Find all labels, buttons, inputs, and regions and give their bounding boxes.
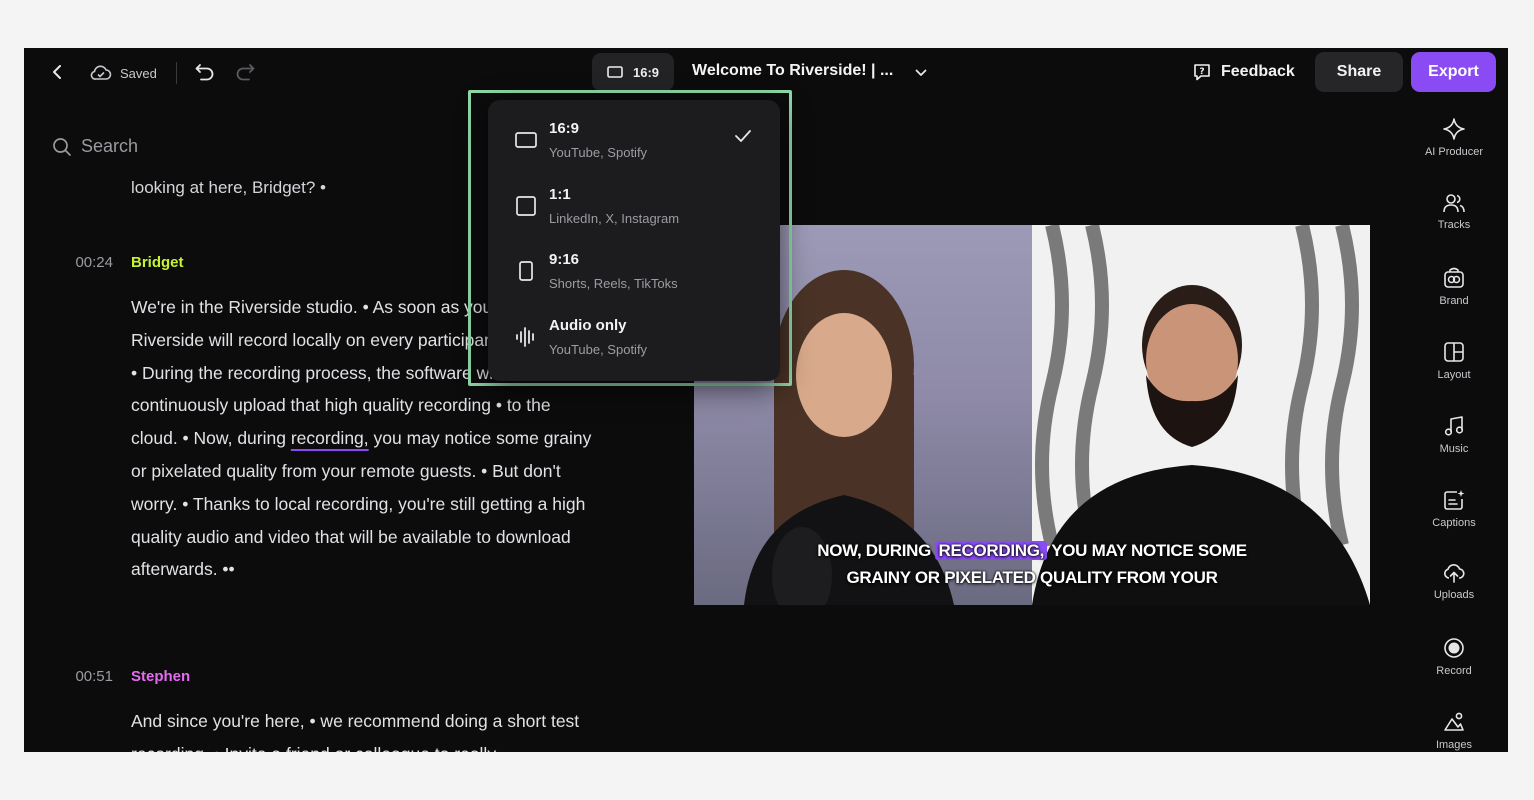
captions-icon <box>1444 490 1465 510</box>
search-box[interactable]: Search <box>52 136 138 157</box>
rail-item-captions[interactable]: Captions <box>1414 489 1494 529</box>
segment-text[interactable]: And since you're here, • we recommend do… <box>131 705 601 752</box>
transcript-partial-line[interactable]: looking at here, Bridget? • <box>131 178 326 198</box>
rail-item-music[interactable]: Music <box>1414 415 1494 455</box>
rail-item-label: Record <box>1436 665 1472 677</box>
cloud-check-icon <box>90 65 112 80</box>
chevron-down-icon <box>915 69 927 76</box>
brand-icon <box>1444 267 1464 288</box>
svg-text:?: ? <box>1199 67 1204 77</box>
rail-item-uploads[interactable]: Uploads <box>1414 563 1494 601</box>
feedback-button[interactable]: ? Feedback <box>1192 60 1295 84</box>
rail-item-tracks[interactable]: Tracks <box>1414 193 1494 231</box>
landscape-icon <box>607 66 623 78</box>
rail-item-brand[interactable]: Brand <box>1414 267 1494 307</box>
saved-label: Saved <box>120 65 157 81</box>
editor-window: Saved 16:9 Welcome To Riverside! | ... ?… <box>24 48 1508 752</box>
segment-header: 00:51 Stephen <box>69 668 190 685</box>
check-icon <box>734 128 752 149</box>
portrait-icon <box>514 259 538 283</box>
aspect-option-9-16[interactable]: 9:16 Shorts, Reels, TikToks <box>488 241 780 301</box>
rail-item-layout[interactable]: Layout <box>1414 341 1494 381</box>
layout-icon <box>1444 342 1464 362</box>
rail-item-label: Captions <box>1432 517 1476 529</box>
undo-button[interactable] <box>194 61 216 83</box>
caption-part: NOW, DURING <box>817 541 936 560</box>
square-icon <box>514 194 538 218</box>
speaker-name[interactable]: Stephen <box>131 668 190 685</box>
aspect-option-label: 1:1 <box>549 186 571 203</box>
waveform-icon <box>514 325 538 349</box>
caption-line: GRAINY OR PIXELATED QUALITY FROM YOUR <box>846 568 1218 587</box>
rail-item-ai-producer[interactable]: AI Producer <box>1414 118 1494 158</box>
undo-icon <box>195 64 214 81</box>
rail-item-label: Brand <box>1439 295 1469 307</box>
project-menu-button[interactable] <box>912 64 930 82</box>
chevron-left-icon <box>53 65 61 79</box>
aspect-option-sub: YouTube, Spotify <box>549 342 648 357</box>
caption-part: YOU MAY NOTICE SOME <box>1047 541 1247 560</box>
back-button[interactable] <box>48 62 68 82</box>
users-icon <box>1443 194 1465 213</box>
aspect-option-1-1[interactable]: 1:1 LinkedIn, X, Instagram <box>488 176 780 236</box>
rail-item-label: Music <box>1439 443 1469 455</box>
rail-item-label: Uploads <box>1433 589 1475 601</box>
aspect-ratio-menu: 16:9 YouTube, Spotify 1:1 LinkedIn, X, I… <box>488 100 780 381</box>
aspect-option-audio-only[interactable]: Audio only YouTube, Spotify <box>488 307 780 367</box>
saved-status: Saved <box>90 62 157 84</box>
aspect-ratio-label: 16:9 <box>632 64 660 80</box>
images-icon <box>1444 712 1464 731</box>
project-title[interactable]: Welcome To Riverside! | ... <box>692 62 893 80</box>
aspect-option-16-9[interactable]: 16:9 YouTube, Spotify <box>488 110 780 170</box>
search-icon <box>53 137 71 156</box>
rail-item-label: Tracks <box>1437 219 1471 231</box>
aspect-ratio-button[interactable]: 16:9 <box>592 53 674 91</box>
segment-time[interactable]: 00:24 <box>69 254 113 271</box>
rail-item-images[interactable]: Images <box>1414 711 1494 751</box>
caption-line: NOW, DURING RECORDING, YOU MAY NOTICE SO… <box>694 541 1370 561</box>
aspect-option-label: 9:16 <box>549 251 580 268</box>
aspect-option-sub: Shorts, Reels, TikToks <box>549 276 678 291</box>
segment-header: 00:24 Bridget <box>69 254 184 271</box>
record-icon <box>1444 638 1464 658</box>
aspect-option-sub: LinkedIn, X, Instagram <box>549 211 680 226</box>
current-word[interactable]: recording, <box>291 428 369 448</box>
upload-icon <box>1444 564 1465 583</box>
video-preview[interactable]: NOW, DURING RECORDING, YOU MAY NOTICE SO… <box>694 225 1370 605</box>
music-icon <box>1444 416 1464 436</box>
speaker-name[interactable]: Bridget <box>131 254 184 271</box>
feedback-icon: ? <box>1194 64 1210 81</box>
aspect-option-sub: YouTube, Spotify <box>549 145 648 160</box>
caption-highlight: RECORDING, <box>935 541 1048 560</box>
aspect-option-label: 16:9 <box>549 120 580 137</box>
toolbar-divider <box>176 62 177 84</box>
segment-time[interactable]: 00:51 <box>69 668 113 685</box>
rail-item-label: Images <box>1435 739 1473 751</box>
redo-icon <box>236 64 255 81</box>
segment-text-part: you may notice some grainy or pixelated … <box>131 428 592 580</box>
export-button[interactable]: Export <box>1411 52 1496 92</box>
rail-item-label: AI Producer <box>1424 146 1484 158</box>
rail-item-record[interactable]: Record <box>1414 637 1494 677</box>
redo-button[interactable] <box>234 61 256 83</box>
aspect-option-label: Audio only <box>549 317 627 334</box>
landscape-icon <box>514 128 538 152</box>
sparkle-icon <box>1443 118 1465 140</box>
search-placeholder: Search <box>81 136 139 156</box>
rail-item-label: Layout <box>1437 369 1471 381</box>
share-button[interactable]: Share <box>1315 52 1403 92</box>
feedback-label: Feedback <box>1221 63 1295 80</box>
